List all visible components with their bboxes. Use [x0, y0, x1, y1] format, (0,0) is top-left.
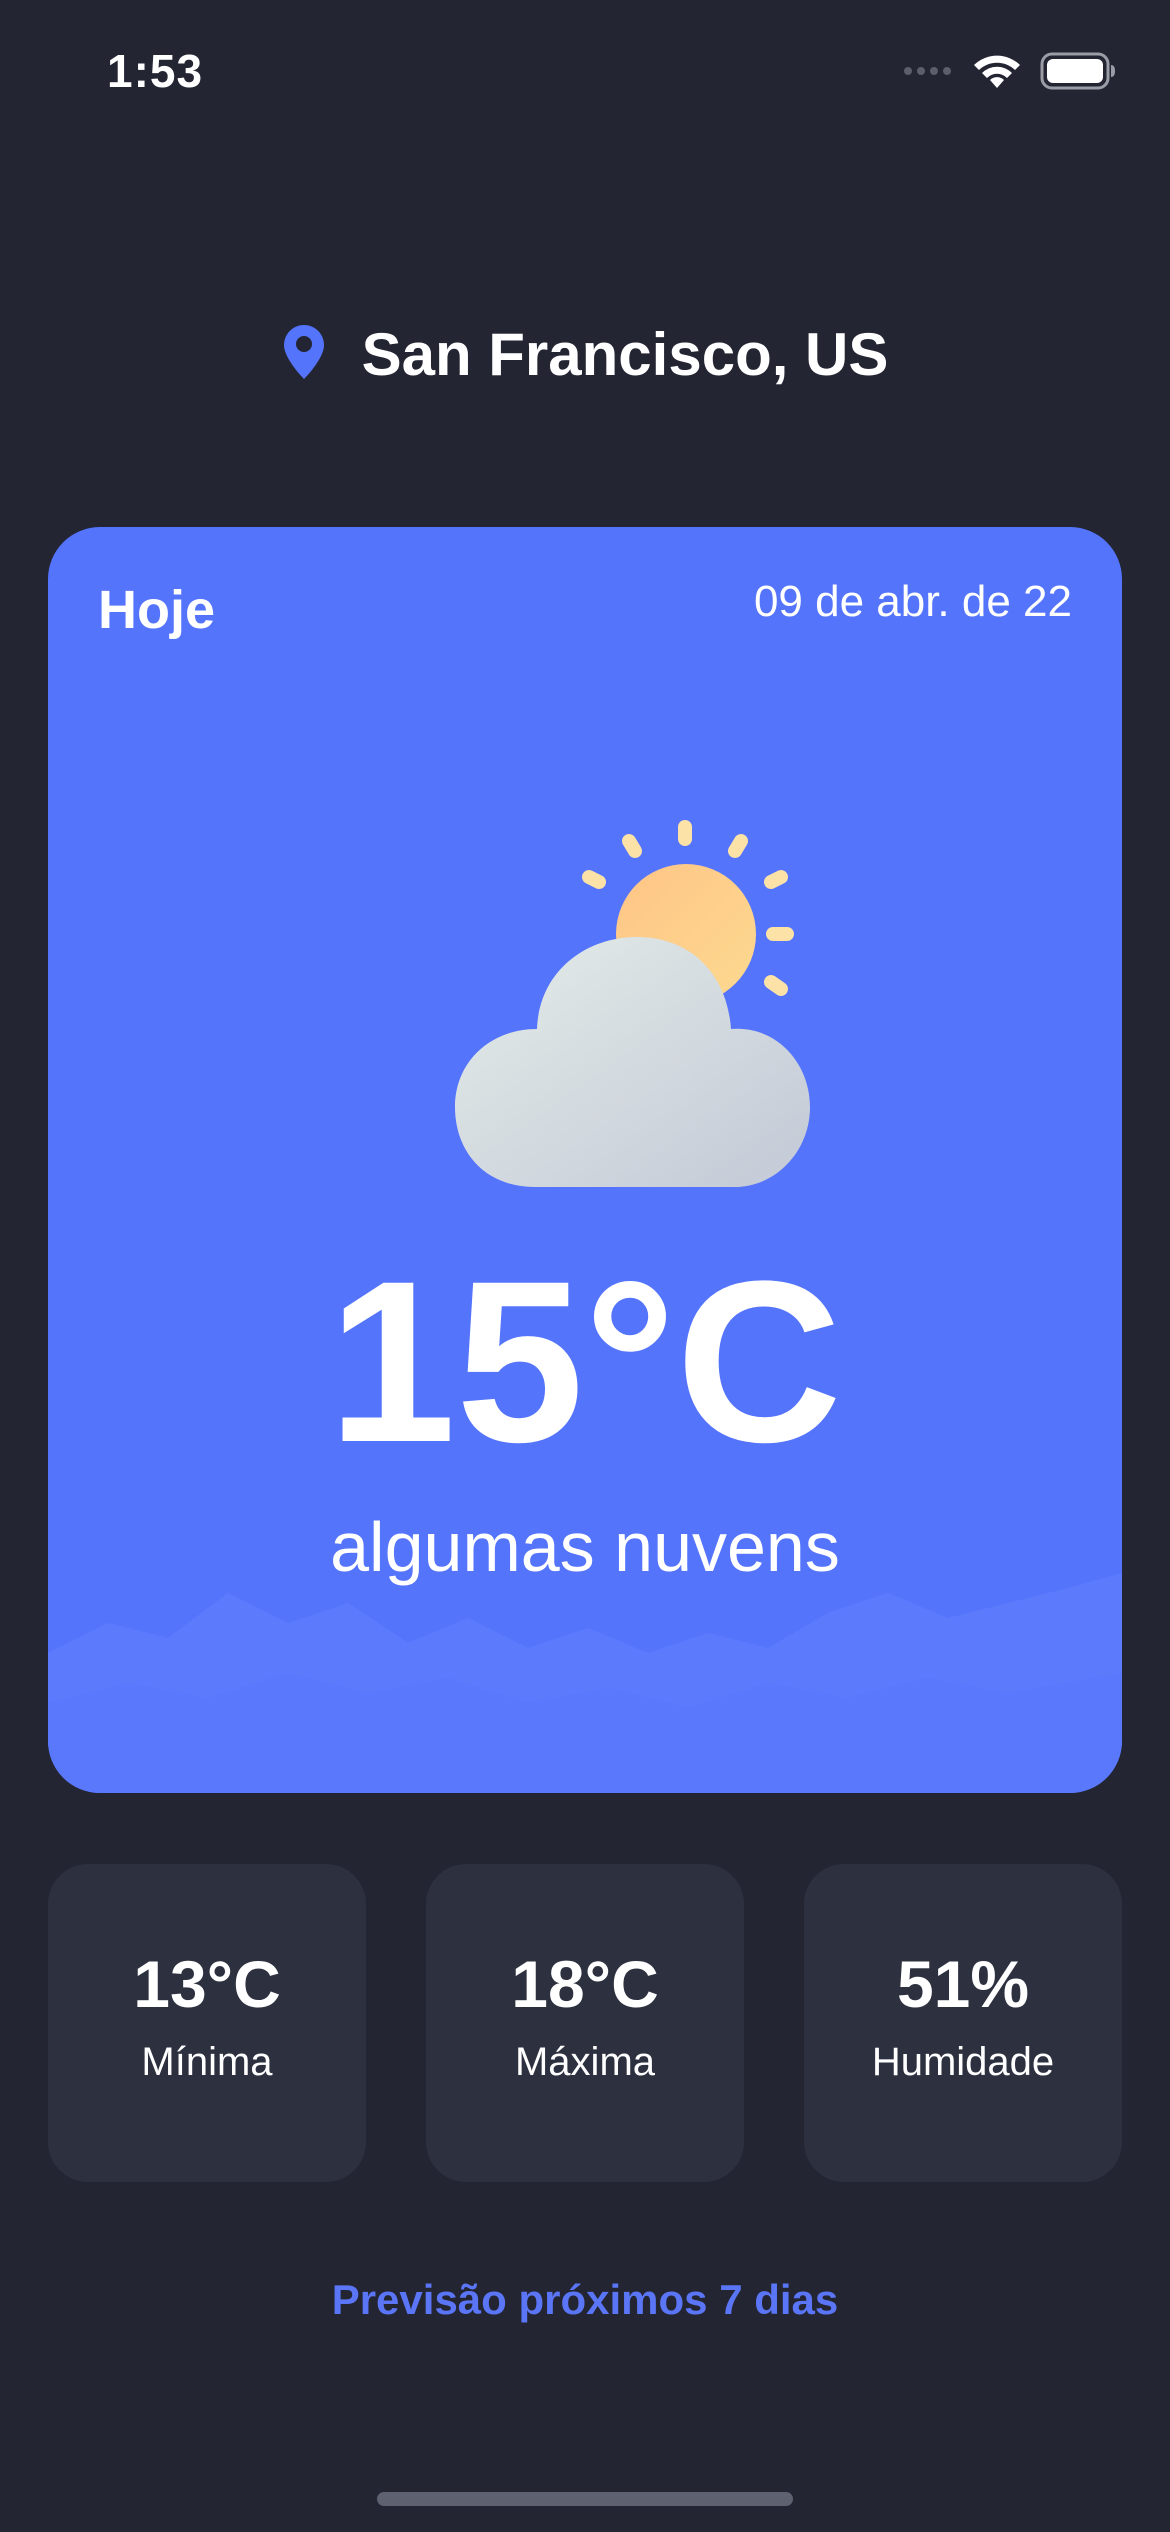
location-pin-icon	[282, 323, 326, 386]
stat-value: 51%	[896, 1946, 1030, 2021]
current-temperature: 15°C	[328, 1233, 842, 1490]
status-icons	[902, 52, 1116, 90]
signal-dots-icon	[902, 65, 954, 77]
battery-icon	[1040, 52, 1116, 90]
partly-cloudy-icon	[403, 817, 823, 1202]
stat-label: Humidade	[871, 2039, 1055, 2084]
status-bar: 1:53	[0, 0, 1170, 150]
stat-card-humidity: 51% Humidade	[804, 1864, 1122, 2182]
card-title: Hoje	[98, 580, 216, 640]
home-indicator[interactable]	[377, 2492, 793, 2506]
stat-value: 18°C	[511, 1946, 659, 2021]
forecast-7-days-link[interactable]: Previsão próximos 7 dias	[0, 2276, 1170, 2324]
mountain-background	[48, 1573, 1122, 1793]
stat-card-max: 18°C Máxima	[426, 1864, 744, 2182]
today-weather-card: Hoje 09 de abr. de 22 15°C algumas nuven…	[48, 527, 1122, 1793]
card-date: 09 de abr. de 22	[753, 577, 1072, 626]
wifi-icon	[972, 52, 1022, 90]
stat-value: 13°C	[133, 1946, 281, 2021]
stats-row: 13°C Mínima 18°C Máxima 51% Humidade	[48, 1864, 1122, 2182]
stat-label: Mínima	[141, 2039, 273, 2084]
location-label: San Francisco, US	[361, 321, 889, 388]
stat-card-min: 13°C Mínima	[48, 1864, 366, 2182]
stat-label: Máxima	[514, 2039, 656, 2084]
status-time: 1:53	[107, 45, 204, 97]
location-header: San Francisco, US	[0, 320, 1170, 389]
